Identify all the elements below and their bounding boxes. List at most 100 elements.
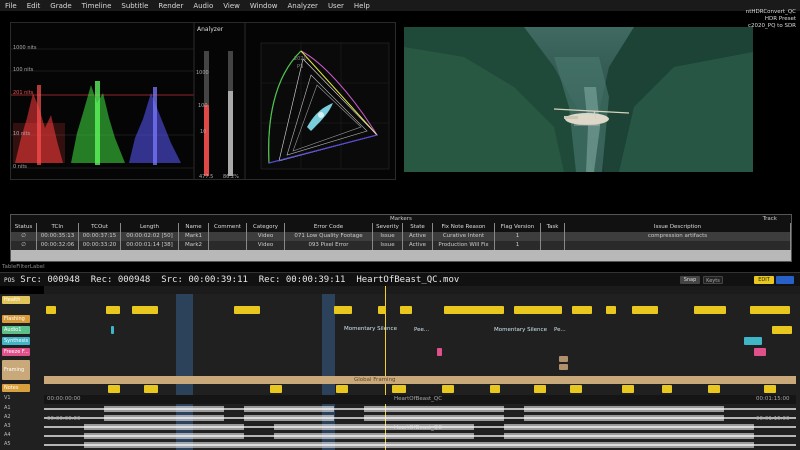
note-clip[interactable] [622,385,634,393]
menu-timeline[interactable]: Timeline [77,2,117,10]
note-clip[interactable] [708,385,720,393]
freeze-clip[interactable] [437,348,442,356]
column-header[interactable]: Error Code [285,223,373,232]
lane-framing[interactable] [44,356,796,372]
issue-clip[interactable] [694,306,726,314]
table-cell [541,232,565,241]
issue-clip[interactable] [572,306,592,314]
global-framing-bar[interactable]: Global Framing [44,376,796,384]
column-header[interactable]: Fix Note Reason [433,223,495,232]
video-viewer[interactable] [404,27,753,172]
issue-clip[interactable] [400,306,412,314]
issue-clip[interactable] [46,306,56,314]
note-clip[interactable] [764,385,776,393]
framing-clip[interactable] [559,356,568,362]
lane-health[interactable] [44,306,796,314]
menu-analyzer[interactable]: Analyzer [282,2,322,10]
column-header[interactable]: Task [541,223,565,232]
table-cell [565,241,791,250]
lane-audio1[interactable]: Momentary Silence Pee... Momentary Silen… [44,326,796,335]
note-clip[interactable] [336,385,348,393]
track-label-a3[interactable]: A3 [4,423,11,429]
menu-subtitle[interactable]: Subtitle [116,2,153,10]
note-clip[interactable] [270,385,282,393]
marker-text[interactable]: Momentary Silence [494,327,547,333]
track-label-flashing[interactable]: Flashing [2,315,30,323]
menu-window[interactable]: Window [245,2,283,10]
menu-user[interactable]: User [323,2,349,10]
note-clip[interactable] [108,385,120,393]
track-label-framing[interactable]: Framing [2,360,30,380]
marker-text[interactable]: Momentary Silence [344,326,397,332]
edit-button[interactable]: EDIT [754,276,774,284]
issue-clip[interactable] [234,306,260,314]
column-header[interactable]: State [403,223,433,232]
note-clip[interactable] [490,385,500,393]
issue-clip[interactable] [514,306,562,314]
menu-view[interactable]: View [218,2,245,10]
issue-clip[interactable] [378,306,386,314]
menu-file[interactable]: File [0,2,22,10]
marker-text[interactable]: Pee... [414,327,429,333]
pos-label: POS [4,277,15,284]
issue-clip[interactable] [750,306,790,314]
issue-clip[interactable] [632,306,658,314]
lane-notes[interactable] [44,385,796,393]
menu-edit[interactable]: Edit [22,2,46,10]
track-label-audio1[interactable]: Audio1 [2,326,30,334]
synthesis-clip[interactable] [744,337,762,345]
note-clip[interactable] [534,385,546,393]
rec-tc-label: Rec: [258,275,281,285]
video-frame [404,27,753,172]
freeze-clip[interactable] [754,348,766,356]
timeline-tracks[interactable]: Health Flashing Audio1 Synthesis Freeze … [0,286,800,450]
column-header[interactable]: Category [247,223,285,232]
column-header[interactable]: Length [121,223,179,232]
column-header[interactable]: Flag Version [495,223,541,232]
audio-waveforms[interactable]: 00:00:00:00 HeartOfBeast_QC 00:01:15:00 [44,405,796,450]
column-header[interactable]: Status [11,223,37,232]
mode-button[interactable] [776,276,794,284]
column-header[interactable]: TCIn [37,223,79,232]
snap-button[interactable]: Snap [680,276,700,284]
lane-v1[interactable]: 00:00:00:00 HeartOfBeast_QC 00:01:15:00 [44,395,796,404]
track-label-health[interactable]: Health [2,296,30,304]
keyed-button[interactable]: Keyts [703,276,723,284]
table-row[interactable]: ∅ 00:00:32:06 00:00:33:20 00:00:01:14 [38] M… [11,241,791,250]
issue-clip[interactable] [106,306,120,314]
track-label-a1[interactable]: A1 [4,405,11,411]
track-label-a5[interactable]: A5 [4,441,11,447]
issue-clip[interactable] [334,306,352,314]
column-header[interactable]: TCOut [79,223,121,232]
track-label-a2[interactable]: A2 [4,414,11,420]
issue-clip[interactable] [132,306,158,314]
column-header[interactable]: Severity [373,223,403,232]
track-label-v1[interactable]: V1 [4,395,11,401]
note-clip[interactable] [570,385,582,393]
menu-grade[interactable]: Grade [45,2,76,10]
lane-synthesis[interactable] [44,337,796,346]
issue-clip[interactable] [444,306,504,314]
menu-audio[interactable]: Audio [188,2,218,10]
track-label-notes[interactable]: Notes [2,384,30,392]
note-clip[interactable] [442,385,454,393]
note-clip[interactable] [392,385,406,393]
column-header[interactable]: Comment [209,223,247,232]
menu-render[interactable]: Render [153,2,188,10]
track-label-freeze[interactable]: Freeze F... [2,348,30,356]
column-header[interactable]: Issue Description [565,223,791,232]
framing-clip[interactable] [559,364,568,370]
track-label-a4[interactable]: A4 [4,432,11,438]
table-row[interactable]: ∅ 00:00:35:13 00:00:37:15 00:00:02:02 [50] M… [11,232,791,241]
menu-help[interactable]: Help [349,2,375,10]
marker-text[interactable]: Pe... [554,327,566,333]
issue-clip[interactable] [606,306,616,314]
column-header[interactable]: Name [179,223,209,232]
issue-clip[interactable] [772,326,792,334]
track-label-synthesis[interactable]: Synthesis [2,337,30,345]
note-clip[interactable] [662,385,672,393]
timeline-ruler[interactable] [44,286,800,294]
audio-marker[interactable] [111,326,114,334]
v1-start-tc: 00:00:00:00 [47,396,81,402]
note-clip[interactable] [144,385,158,393]
